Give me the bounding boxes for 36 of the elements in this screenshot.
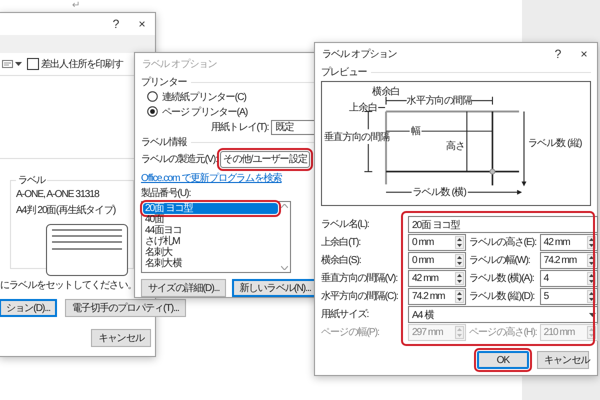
dimension-label: ラベル数 (縦)	[528, 138, 582, 149]
checkbox-label: 差出人住所を印刷す	[41, 58, 123, 71]
radio-label: 連続紙プリンター(C)	[162, 90, 246, 104]
field-label: ラベル名(L):	[321, 218, 370, 232]
paragraph-mark: ↵	[72, 0, 80, 11]
vendor-label: ラベルの製造元(V):	[141, 152, 218, 166]
field-label: ラベルの幅(W):	[469, 254, 531, 268]
dimension-label: 水平方向の間隔	[406, 96, 472, 107]
dimension-label: 横余白	[372, 86, 400, 98]
radio-label: ページ プリンター(A)	[162, 106, 248, 118]
product-number-label: 製品番号(U):	[141, 187, 192, 200]
field-label: 横余白(S):	[321, 254, 362, 268]
instruction-text: にラベルをセットしてください。	[0, 279, 137, 293]
tray-label: 用紙トレイ(T):	[211, 121, 268, 134]
field-label: 垂直方向の間隔(V):	[321, 272, 398, 286]
window-title: ラベル オプション	[321, 48, 398, 61]
dimension-label: 上余白	[349, 102, 378, 114]
dimension-label: 高さ	[446, 140, 465, 152]
field-label: 水平方向の間隔(C):	[321, 290, 399, 304]
section-heading: プリンター	[141, 76, 187, 89]
field-label: ページの高さ(H):	[469, 326, 537, 340]
dimension-label: 垂直方向の間隔	[324, 132, 390, 144]
dimension-label: 幅	[410, 126, 420, 138]
group-title: ラベル	[17, 174, 47, 187]
section-heading: プレビュー	[321, 66, 367, 79]
field-label: 用紙サイズ:	[321, 308, 370, 322]
section-heading: ラベル情報	[141, 136, 187, 149]
field-label: 上余白(T):	[321, 236, 362, 250]
window-title: ラベル オプション	[141, 58, 218, 71]
field-label: ラベル数 (横)(A):	[469, 272, 535, 286]
dimension-label: ラベル数 (横)	[412, 187, 466, 198]
label-product-text: A-ONE, A-ONE 31318	[16, 189, 100, 200]
label-product-text: A4判 20面(再生紙タイプ)	[16, 204, 116, 217]
field-label: ラベルの高さ(E):	[469, 236, 537, 250]
field-label: ラベル数 (縦)(D):	[469, 290, 536, 304]
field-label: ページの幅(P):	[321, 326, 380, 340]
